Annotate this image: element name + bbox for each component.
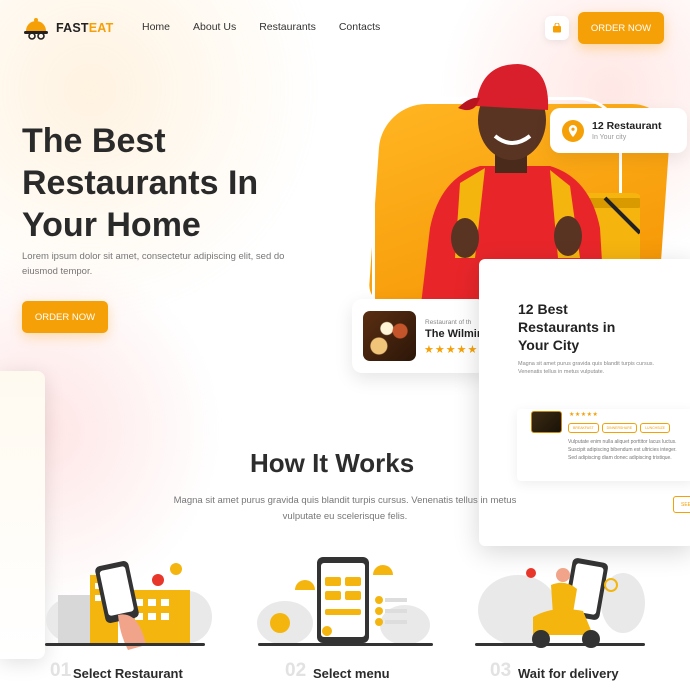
- restaurant-count-title: 12 Restaurant: [592, 120, 662, 132]
- panel-title: 12 Best Restaurants in Your City: [518, 301, 616, 353]
- nav-restaurants[interactable]: Restaurants: [259, 21, 316, 33]
- select-restaurant-illustration: [46, 561, 212, 650]
- panel-description: Magna sit amet purus gravida quis blandi…: [518, 361, 655, 375]
- panel-restaurant-text: Vulputate enim nulla aliquet porttitor l…: [568, 439, 677, 461]
- step-2-number: 02: [285, 660, 307, 681]
- restaurant-count-subtitle: In Your city: [592, 134, 627, 141]
- shopping-bag-icon: [553, 23, 561, 33]
- main-nav: Home About Us Restaurants Contacts: [142, 21, 380, 33]
- panel-restaurant-thumbnail: [531, 411, 562, 433]
- nav-home[interactable]: Home: [142, 21, 170, 33]
- hero-title: The Best Restaurants In Your Home: [22, 122, 259, 244]
- featured-restaurant-card[interactable]: Restaurant of th The Wilmin ★★★★★: [352, 299, 487, 373]
- step-2-baseline: [258, 643, 433, 646]
- panel-rating-stars: ★★★★★: [569, 412, 599, 418]
- step-1-label: Select Restaurant: [73, 666, 183, 681]
- step-3-number: 03: [490, 660, 512, 681]
- restaurant-label: Restaurant of th: [425, 319, 472, 326]
- panel-restaurant-card[interactable]: ★★★★★ BREAKFAST DINNERSHARE LUNCHSIZE Vu…: [517, 409, 690, 481]
- step-1-number: 01: [50, 660, 72, 681]
- panel-tag[interactable]: LUNCHSIZE: [640, 423, 670, 433]
- nav-contacts[interactable]: Contacts: [339, 21, 380, 33]
- nav-about-us[interactable]: About Us: [193, 21, 236, 33]
- panel-tag[interactable]: BREAKFAST: [568, 423, 599, 433]
- panel-see-button[interactable]: SEE: [673, 496, 690, 513]
- step-1-baseline: [45, 643, 205, 646]
- how-it-works-description: Magna sit amet purus gravida quis blandi…: [173, 495, 517, 522]
- brand-name: FASTEAT: [56, 21, 114, 35]
- cart-button[interactable]: [545, 16, 569, 40]
- panel-tag[interactable]: DINNERSHARE: [601, 423, 638, 433]
- wait-for-delivery-illustration: [478, 558, 645, 648]
- hero-description: Lorem ipsum dolor sit amet, consectetur …: [22, 251, 285, 277]
- restaurant-count-card: 12 Restaurant In Your city: [550, 108, 687, 153]
- restaurant-name: The Wilmin: [425, 328, 484, 340]
- how-it-works-title: How It Works: [250, 448, 415, 478]
- restaurant-rating-stars: ★★★★★: [424, 344, 479, 356]
- step-3-baseline: [475, 643, 645, 646]
- header-order-now-button[interactable]: ORDER NOW: [578, 12, 664, 44]
- step-2-label: Select menu: [313, 666, 390, 681]
- restaurant-thumbnail: [363, 311, 416, 361]
- map-pin-icon: [562, 119, 584, 142]
- panel-tags: BREAKFAST DINNERSHARE LUNCHSIZE: [568, 423, 670, 433]
- select-menu-illustration: [257, 557, 430, 645]
- hero-order-now-button[interactable]: ORDER NOW: [22, 301, 108, 333]
- food-cloche-icon: [22, 15, 50, 41]
- logo[interactable]: FASTEAT: [22, 15, 113, 41]
- step-3-label: Wait for delivery: [518, 666, 619, 681]
